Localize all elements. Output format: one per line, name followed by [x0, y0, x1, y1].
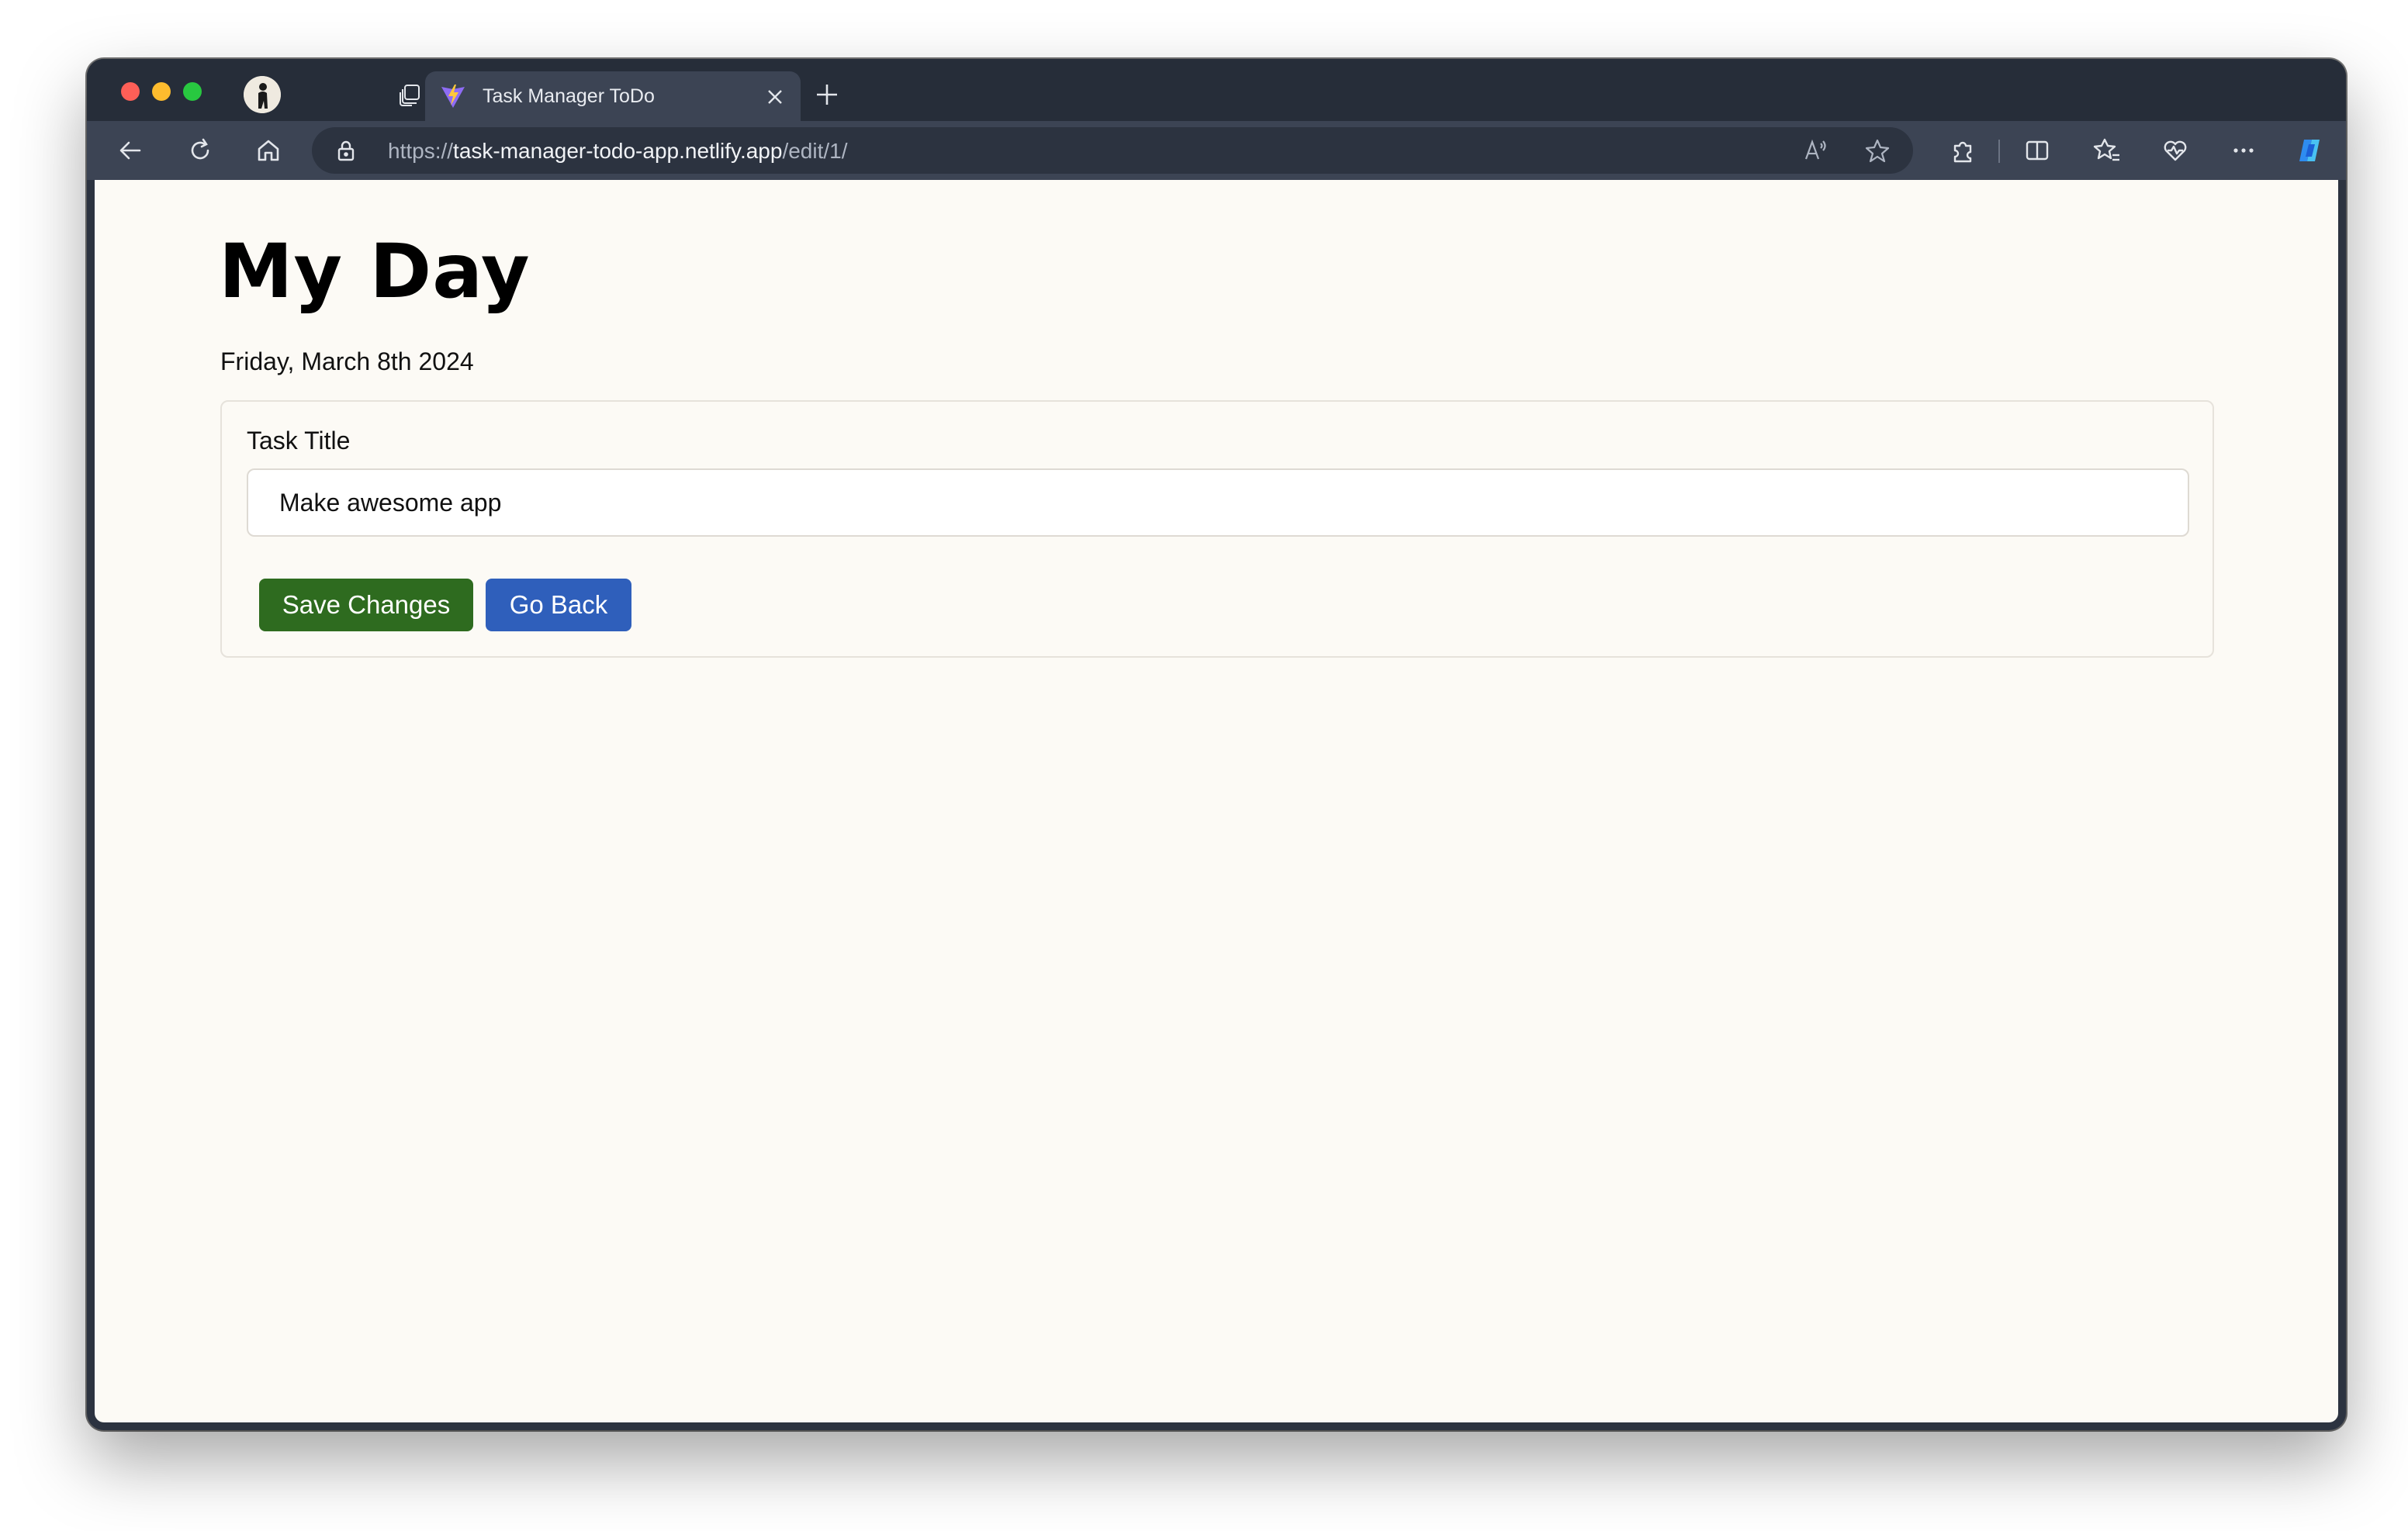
page-viewport: My Day Friday, March 8th 2024 Task Title…	[95, 180, 2338, 1422]
url-path: /edit/1/	[782, 139, 848, 163]
page-title: My Day	[219, 228, 531, 315]
tab-title: Task Manager ToDo	[483, 85, 655, 107]
heart-pulse-icon[interactable]	[2157, 132, 2194, 169]
save-changes-button[interactable]: Save Changes	[259, 579, 473, 631]
puzzle-icon[interactable]	[1944, 132, 1981, 169]
profile-avatar[interactable]	[244, 76, 281, 113]
vite-favicon-icon	[441, 85, 465, 108]
page-date: Friday, March 8th 2024	[220, 347, 474, 375]
active-tab[interactable]: Task Manager ToDo	[425, 71, 801, 121]
task-title-input[interactable]	[247, 468, 2189, 537]
favorites-icon[interactable]	[2088, 132, 2126, 169]
edit-task-form: Task Title Save Changes Go Back	[220, 400, 2214, 658]
new-tab-icon[interactable]	[810, 78, 844, 112]
split-screen-icon[interactable]	[2019, 132, 2056, 169]
go-back-button[interactable]: Go Back	[486, 579, 631, 631]
refresh-icon[interactable]	[182, 132, 219, 169]
read-aloud-icon[interactable]	[1800, 135, 1831, 166]
back-arrow-icon[interactable]	[112, 132, 149, 169]
close-tab-icon[interactable]	[763, 85, 787, 109]
task-title-label: Task Title	[247, 427, 351, 454]
url-scheme: https://	[388, 139, 454, 163]
copilot-icon[interactable]	[2292, 132, 2329, 169]
workspaces-icon[interactable]	[394, 78, 428, 112]
lock-icon[interactable]	[334, 138, 358, 163]
more-icon[interactable]	[2225, 132, 2262, 169]
star-icon[interactable]	[1862, 135, 1893, 166]
address-bar[interactable]: https://task-manager-todo-app.netlify.ap…	[312, 127, 1913, 174]
maximize-window-button[interactable]	[183, 82, 202, 101]
minimize-window-button[interactable]	[152, 82, 171, 101]
browser-toolbar: https://task-manager-todo-app.netlify.ap…	[87, 121, 2346, 180]
browser-window: Task Manager ToDo https://task-manager-t…	[87, 59, 2346, 1430]
home-icon[interactable]	[250, 132, 287, 169]
url-text[interactable]: https://task-manager-todo-app.netlify.ap…	[388, 139, 848, 164]
url-host: task-manager-todo-app.netlify.app	[453, 139, 783, 163]
tab-strip: Task Manager ToDo	[87, 59, 2346, 121]
toolbar-divider	[1998, 140, 2000, 163]
close-window-button[interactable]	[121, 82, 140, 101]
